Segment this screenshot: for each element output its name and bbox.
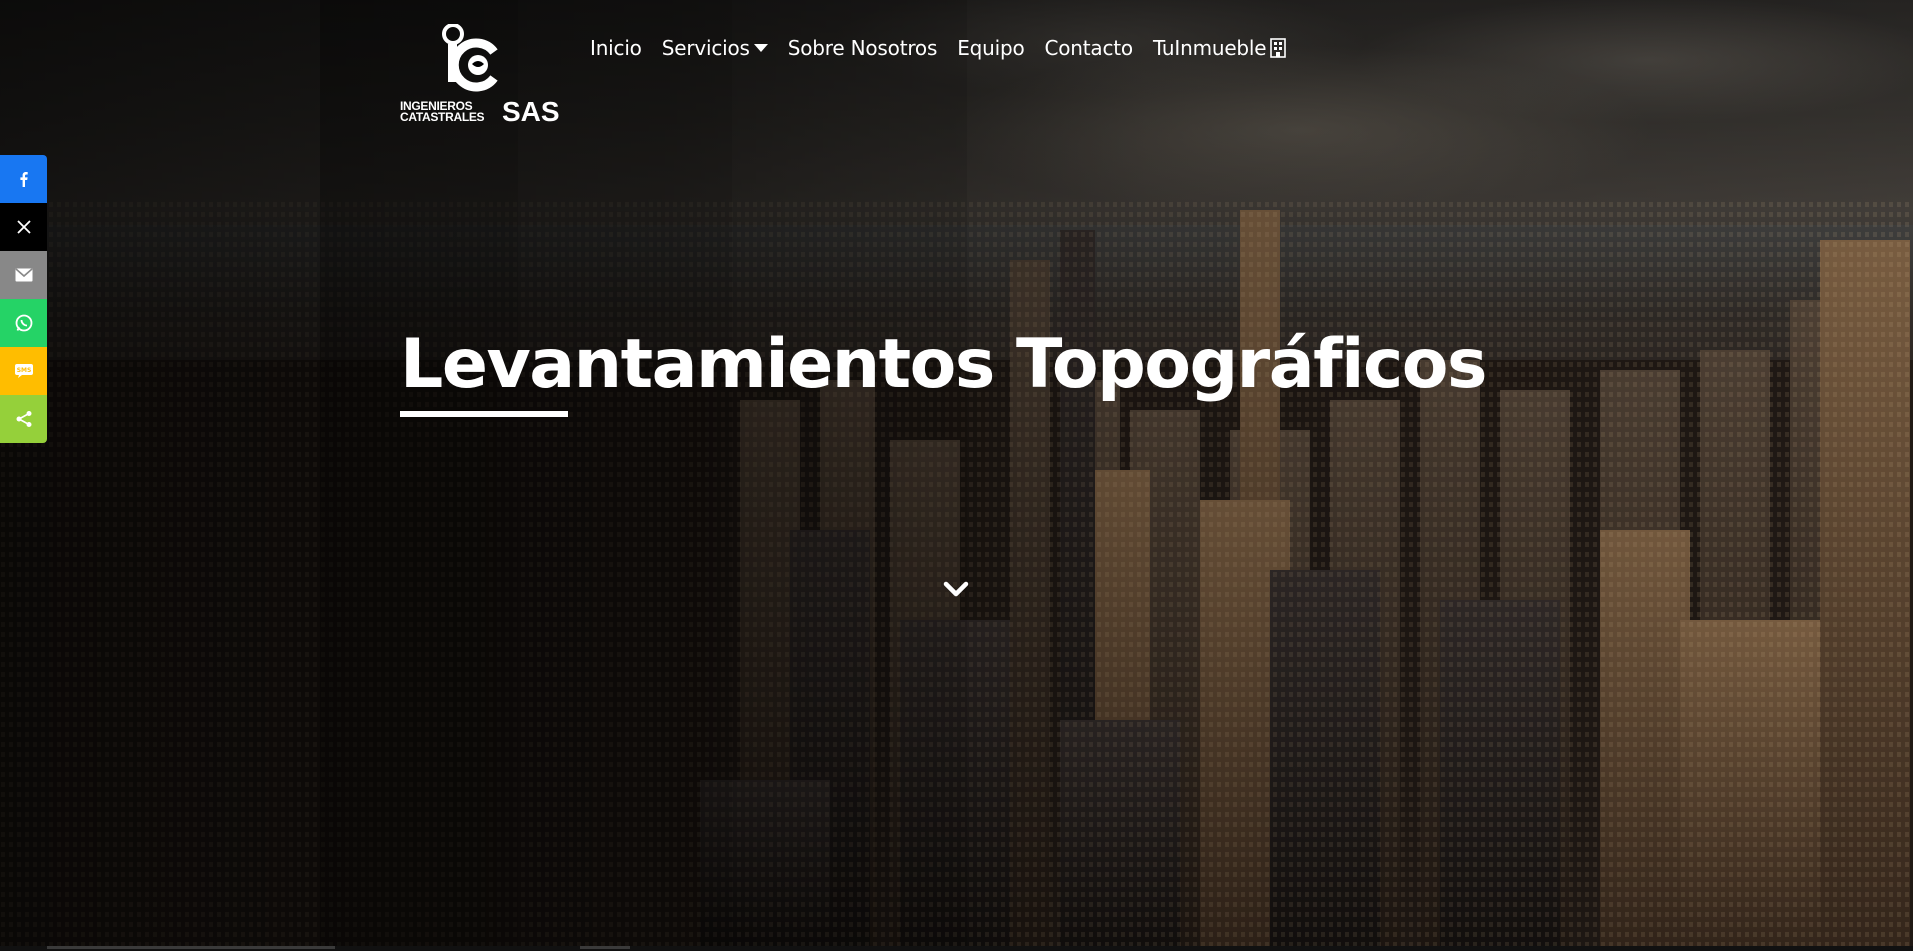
hero-title: Levantamientos Topográficos [400,325,1487,404]
nav-item-equipo[interactable]: Equipo [957,36,1024,60]
email-icon [14,268,33,282]
nav-item-label: TuInmueble [1152,36,1267,60]
social-share-bar: SMS [0,155,47,443]
share-sms-button[interactable]: SMS [0,347,47,395]
scroll-segment [580,946,630,949]
company-logo[interactable]: INGENIEROS CATASTRALES SAS [398,24,563,128]
hero-title-underline [400,411,568,417]
logo-mark-icon [442,24,498,92]
whatsapp-icon [15,314,32,332]
nav-item-sobre-nosotros[interactable]: Sobre Nosotros [787,36,938,60]
sms-icon: SMS [14,364,33,378]
share-facebook-button[interactable] [0,155,47,203]
hero-dark-overlay [0,0,1913,951]
nav-item-label: Contacto [1044,36,1133,60]
share-email-button[interactable] [0,251,47,299]
scroll-segment [47,946,335,949]
bottom-scrollbar[interactable] [0,946,1913,951]
nav-item-label: Inicio [590,36,642,60]
svg-text:SMS: SMS [16,367,31,374]
share-icon [16,411,31,427]
logo-wordmark: INGENIEROS CATASTRALES SAS [398,98,563,128]
nav-item-label: Servicios [661,36,750,60]
main-nav: Inicio Servicios Sobre Nosotros Equipo C… [590,34,1306,62]
x-icon [16,220,31,234]
logo-line-2: CATASTRALES [400,110,485,124]
chevron-down-icon[interactable] [943,580,969,600]
logo-suffix: SAS [502,96,560,127]
nav-item-label: Sobre Nosotros [787,36,938,60]
nav-item-contacto[interactable]: Contacto [1044,36,1133,60]
share-x-button[interactable] [0,203,47,251]
nav-item-label: Equipo [957,36,1025,60]
nav-item-tuinmueble[interactable]: TuInmueble [1152,36,1287,60]
building-icon [1270,38,1287,58]
facebook-icon [19,172,28,187]
share-whatsapp-button[interactable] [0,299,47,347]
share-more-button[interactable] [0,395,47,443]
caret-down-icon [753,44,768,52]
nav-item-inicio[interactable]: Inicio [590,36,642,60]
hero-background [0,0,1913,951]
nav-item-servicios[interactable]: Servicios [662,36,768,60]
